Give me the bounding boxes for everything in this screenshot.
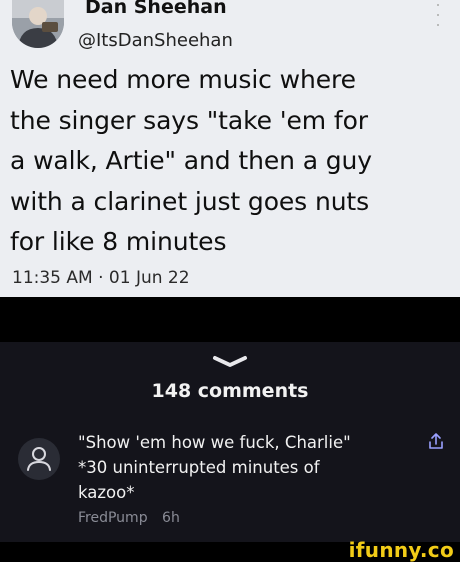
author-avatar[interactable] (12, 0, 64, 48)
tweet-text-line: for like 8 minutes (10, 227, 227, 256)
author-handle[interactable]: @ItsDanSheehan (78, 30, 233, 51)
comment-text-line: "Show 'em how we fuck, Charlie" (78, 433, 351, 452)
tweet-text-line: We need more music where (10, 65, 356, 94)
more-options-icon[interactable] (432, 4, 444, 26)
tweet-text-line: with a clarinet just goes nuts (10, 186, 370, 216)
comment-text-line: kazoo* (78, 483, 135, 502)
chevron-down-icon[interactable] (212, 354, 248, 373)
tweet-text: We need more music where the singer says… (10, 60, 450, 263)
tweet-text-line: a walk, Artie" and then a guy (10, 146, 372, 175)
comment-age: 6h (162, 510, 180, 526)
tweet-card: Dan Sheehan @ItsDanSheehan We need more … (0, 0, 460, 297)
comment-meta: FredPump 6h (78, 510, 180, 526)
author-name[interactable]: Dan Sheehan (85, 0, 227, 18)
tweet-text-line: the singer says "take 'em for (10, 105, 368, 135)
ifunny-watermark: ifunny.co (348, 538, 454, 562)
share-icon[interactable] (428, 432, 444, 454)
comments-sheet: 148 comments "Show 'em how we fuck, Char… (0, 342, 460, 542)
comment-text-line: *30 uninterrupted minutes of (78, 458, 320, 477)
comments-count: 148 comments (151, 380, 309, 402)
user-avatar-icon[interactable] (18, 438, 60, 480)
comment-username[interactable]: FredPump (78, 510, 148, 526)
comment-text: "Show 'em how we fuck, Charlie" *30 unin… (78, 430, 398, 505)
tweet-timestamp: 11:35 AM · 01 Jun 22 (12, 268, 190, 288)
